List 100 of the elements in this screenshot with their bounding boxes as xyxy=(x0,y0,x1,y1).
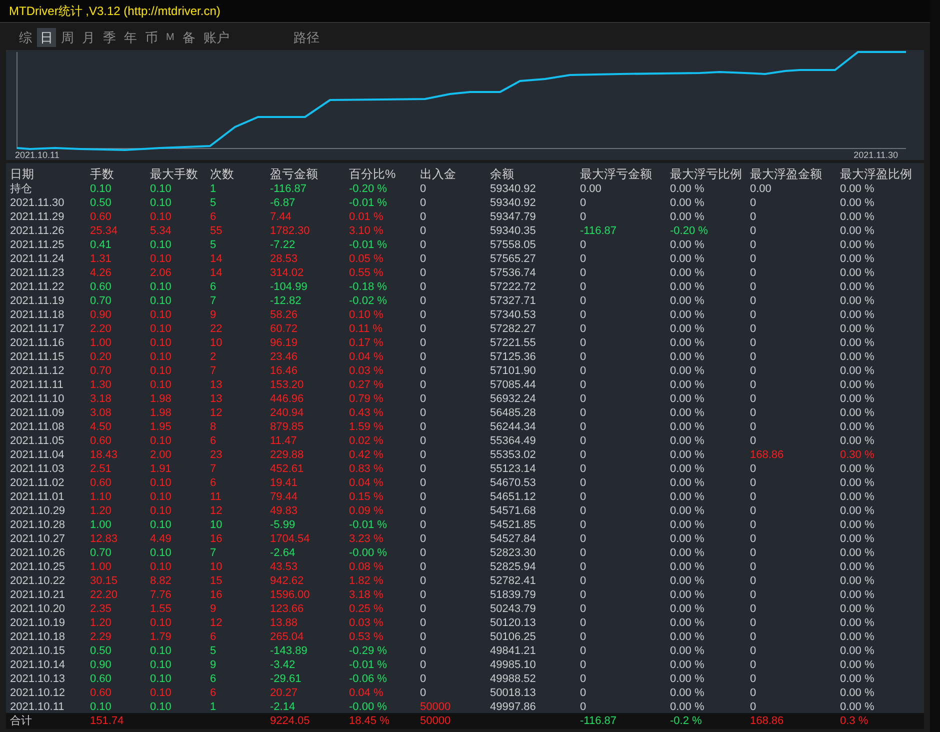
table-cell-text: 18.43 xyxy=(90,448,119,462)
tab[interactable]: 季 xyxy=(100,28,119,47)
table-cell-text: 0.10 xyxy=(150,504,172,518)
table-cell-text: 11 xyxy=(210,490,222,504)
table-cell-text: 0.00 % xyxy=(840,294,876,308)
table-cell-text: 0 xyxy=(750,476,758,490)
table-cell-text: -0.20 % xyxy=(349,182,388,196)
table-cell-text: 0.10 xyxy=(90,182,112,196)
date-cell-text: 持仓 xyxy=(10,182,33,196)
table-cell-text: 13 xyxy=(210,392,224,406)
table-cell-text: 0 xyxy=(750,238,758,252)
table-cell-text: 23.46 xyxy=(270,350,299,364)
date-cell-text: 2021.11.30 xyxy=(10,196,66,210)
table-cell-text: 79.44 xyxy=(270,490,299,504)
table-cell-text: 0 xyxy=(420,616,428,630)
date-cell-text: 2021.10.29 xyxy=(10,504,66,518)
table-cell-text: 0.10 xyxy=(150,280,172,294)
table-cell-text: 1.59 % xyxy=(349,420,384,434)
table-cell-text: 6 xyxy=(210,210,218,224)
table-cell-text: 1.20 xyxy=(90,504,112,518)
table-cell-text: 0 xyxy=(420,448,428,462)
table-cell-text: 0.10 xyxy=(150,644,172,658)
table-cell-text: 9 xyxy=(210,602,218,616)
table-cell-text: 0 xyxy=(750,644,758,658)
table-cell-text: 0.00 % xyxy=(670,602,706,616)
tab[interactable]: 周 xyxy=(58,28,77,47)
tab[interactable]: 综 xyxy=(16,28,35,47)
table-cell-text: 1704.54 xyxy=(270,532,311,546)
table-cell-text: 1 xyxy=(210,182,218,196)
table-cell-text: 0.10 xyxy=(150,686,172,700)
table-cell-text: 0 xyxy=(420,462,428,476)
table-cell-text: 0.09 % xyxy=(349,504,384,518)
table-cell-text: 0.00 % xyxy=(840,532,876,546)
table-cell-text: 56244.34 xyxy=(490,420,537,434)
table-cell-text: 879.85 xyxy=(270,420,305,434)
table-cell-text: 0 xyxy=(750,518,758,532)
tab[interactable]: 月 xyxy=(79,28,98,47)
table-cell-text: 0.00 % xyxy=(670,420,706,434)
table-cell-text: -12.82 xyxy=(270,294,302,308)
date-cell-text: 2021.10.19 xyxy=(10,616,66,630)
table-cell-text: 3.08 xyxy=(90,406,112,420)
table-cell-text: 9 xyxy=(210,308,218,322)
date-cell-text: 2021.10.27 xyxy=(10,532,66,546)
table-cell-text: 0 xyxy=(580,504,588,518)
tab[interactable]: 币 xyxy=(142,28,161,47)
table-cell-text: 0.00 % xyxy=(840,322,876,336)
date-cell-text: 2021.11.10 xyxy=(10,392,66,406)
table-cell-text: 0.11 % xyxy=(349,322,384,336)
table-cell-text: 0.00 % xyxy=(670,322,706,336)
table-cell-text: 12 xyxy=(210,406,224,420)
table-cell-text: -116.87 xyxy=(580,224,618,238)
tab[interactable]: M xyxy=(163,28,178,47)
table-cell-text: 59340.92 xyxy=(490,182,537,196)
window-title: MTDriver统计 ,V3.12 (http://mtdriver.cn) xyxy=(8,3,220,20)
tab[interactable]: 账户 xyxy=(200,28,232,47)
table-cell-text: 0.00 % xyxy=(670,490,706,504)
table-cell-text: 0 xyxy=(420,420,428,434)
table-cell-text: 5 xyxy=(210,196,218,210)
table-cell-text: 0.00 xyxy=(580,182,602,196)
table-cell-text: 0 xyxy=(750,560,758,574)
table-cell-text: 16.46 xyxy=(270,364,299,378)
table-cell-text: 59340.35 xyxy=(490,224,537,238)
table-cell-text: 0 xyxy=(750,196,758,210)
table-cell-text: 49841.21 xyxy=(490,644,537,658)
table-cell-text: 0 xyxy=(750,686,758,700)
table-cell-text: 0 xyxy=(420,434,428,448)
table-cell-text: 0.00 % xyxy=(840,406,876,420)
total-cell-text: -0.2 % xyxy=(670,714,703,729)
table-cell-text: 0.00 % xyxy=(670,518,706,532)
table-cell-text: 0.00 % xyxy=(670,700,706,714)
table-cell-text: 0 xyxy=(750,434,758,448)
table-cell-text: 0 xyxy=(580,238,588,252)
table-cell-text: 0.03 % xyxy=(349,616,384,630)
table-cell-text: 1.98 xyxy=(150,406,172,420)
table-cell-text: 0 xyxy=(750,504,758,518)
table-cell-text: 0 xyxy=(750,700,758,714)
date-cell-text: 2021.11.02 xyxy=(10,476,66,490)
tab[interactable]: 日 xyxy=(37,28,56,47)
table-cell-text: 0 xyxy=(580,616,588,630)
table-cell-text: 6 xyxy=(210,280,218,294)
table-cell-text: 0.10 xyxy=(150,210,172,224)
table-cell-text: 0.00 % xyxy=(670,238,706,252)
table-cell-text: 52825.94 xyxy=(490,560,537,574)
tab[interactable]: 路径 xyxy=(290,28,322,47)
table-cell-text: 0 xyxy=(420,238,428,252)
table-cell-text: 1782.30 xyxy=(270,224,311,238)
tab[interactable]: 年 xyxy=(121,28,140,47)
table-cell-text: -3.42 xyxy=(270,658,296,672)
table-cell-text: 0.00 % xyxy=(670,476,706,490)
table-cell-text: 0 xyxy=(580,210,588,224)
table-cell-text: -0.06 % xyxy=(349,672,388,686)
table-cell-text: 0 xyxy=(420,560,428,574)
table-cell-text: 0.00 % xyxy=(840,392,876,406)
table-cell-text: 0.00 % xyxy=(670,560,706,574)
table-cell-text: 0.60 xyxy=(90,434,112,448)
table-cell-text: 0.00 % xyxy=(840,686,876,700)
table-cell-text: 0.79 % xyxy=(349,392,384,406)
tab[interactable]: 备 xyxy=(179,28,198,47)
table-cell-text: 0.00 % xyxy=(840,672,876,686)
table-cell-text: -2.64 xyxy=(270,546,296,560)
